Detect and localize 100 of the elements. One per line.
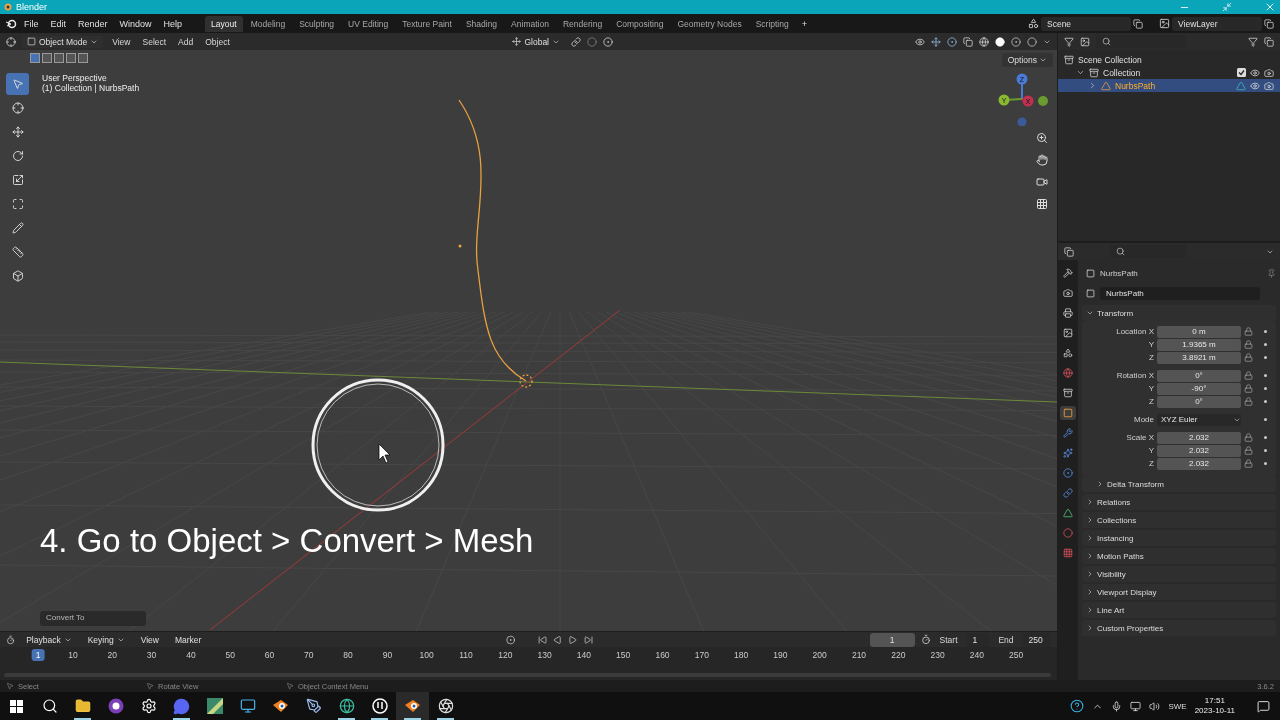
settings-icon[interactable] — [140, 698, 157, 714]
workspace-tab[interactable]: Animation — [505, 15, 555, 32]
number-field[interactable]: 0° — [1157, 369, 1241, 382]
circle-icon[interactable] — [107, 698, 124, 714]
frame-ruler[interactable]: 1 10 20 30 40 50 60 70 80 90 100 110 120 130 140 150 160 170 180 190 200 210 220 230 240 250 — [0, 647, 1057, 680]
play-icon[interactable] — [568, 634, 578, 645]
display-mode-icon[interactable] — [1064, 36, 1074, 47]
lock-icon[interactable] — [1244, 353, 1253, 362]
keyframe-dot[interactable] — [1263, 400, 1267, 403]
map-icon[interactable] — [206, 698, 223, 714]
lock-icon[interactable] — [1244, 384, 1253, 393]
properties-tab[interactable] — [1060, 446, 1076, 460]
lock-icon[interactable] — [1244, 446, 1253, 455]
keyframe-dot[interactable] — [1263, 418, 1267, 421]
pivot-icon[interactable] — [571, 36, 581, 47]
menu-item[interactable]: Add — [175, 36, 197, 47]
playhead[interactable]: 1 — [31, 649, 45, 661]
folder-icon[interactable] — [74, 698, 91, 714]
orbit-icon[interactable] — [272, 699, 289, 713]
camera-icon[interactable] — [1264, 80, 1274, 91]
menu-item[interactable]: View — [109, 36, 134, 47]
keyframe-dot[interactable] — [1263, 462, 1267, 465]
keyframe-dot[interactable] — [1263, 387, 1267, 390]
number-field[interactable]: 2.032 — [1157, 444, 1241, 457]
number-field[interactable]: 2.032 — [1157, 431, 1241, 444]
overlay-icon[interactable] — [947, 36, 957, 47]
number-field[interactable]: 0° — [1157, 395, 1241, 408]
workspace-tab[interactable]: Geometry Nodes — [671, 15, 748, 32]
rendered-shading-icon[interactable] — [1027, 36, 1037, 47]
editor-type-icon[interactable] — [1064, 246, 1074, 257]
panel-header[interactable]: Custom Properties — [1082, 620, 1276, 636]
keyframe-dot[interactable] — [1263, 343, 1267, 346]
material-shading-icon[interactable] — [1011, 36, 1021, 47]
mode-dropdown[interactable]: XYZ Euler — [1157, 413, 1241, 426]
number-field[interactable]: 3.8921 m — [1157, 351, 1241, 364]
menu-item[interactable]: View — [135, 633, 164, 646]
orientation-dropdown[interactable]: Global — [507, 35, 565, 48]
properties-tab[interactable] — [1060, 406, 1076, 420]
menu-item[interactable]: Window — [114, 18, 157, 29]
start-frame-field[interactable]: 1 — [966, 632, 990, 647]
end-frame-field[interactable]: 250 — [1022, 632, 1051, 647]
options-button[interactable]: Options — [1001, 53, 1053, 67]
xray-icon[interactable] — [963, 36, 973, 47]
lock-icon[interactable] — [1244, 327, 1253, 336]
panel-header[interactable]: Relations — [1082, 494, 1276, 510]
properties-tab[interactable] — [1060, 306, 1076, 320]
orbit-icon[interactable] — [404, 699, 421, 713]
menu-item[interactable]: Playback — [21, 633, 77, 646]
panel-header[interactable]: Line Art — [1082, 602, 1276, 618]
keyframe-dot[interactable] — [1263, 330, 1267, 333]
properties-tab[interactable] — [1060, 366, 1076, 380]
workspace-tab[interactable]: Modeling — [244, 15, 292, 32]
workspace-tab[interactable]: Sculpting — [293, 15, 341, 32]
search-icon[interactable] — [41, 698, 58, 714]
menu-item[interactable]: Keying — [82, 633, 130, 646]
editor-type-icon[interactable] — [6, 36, 16, 47]
panel-header[interactable]: Visibility — [1082, 566, 1276, 582]
lock-icon[interactable] — [1244, 459, 1253, 468]
workspace-tab[interactable]: Shading — [459, 15, 504, 32]
keyframe-dot[interactable] — [1263, 436, 1267, 439]
notifications-icon[interactable] — [1257, 699, 1270, 713]
eye-icon[interactable] — [1250, 80, 1260, 91]
lock-icon[interactable] — [1244, 340, 1253, 349]
number-field[interactable]: -90° — [1157, 382, 1241, 395]
menu-item[interactable]: File — [19, 18, 44, 29]
jump-end-icon[interactable] — [583, 634, 593, 645]
view-layer-field[interactable]: ViewLayer — [1172, 16, 1262, 31]
copy-icon[interactable] — [1133, 18, 1143, 29]
number-field[interactable]: 2.032 — [1157, 457, 1241, 470]
workspace-tab[interactable]: Texture Paint — [396, 15, 458, 32]
app-menu-icon[interactable] — [6, 18, 17, 29]
chat-icon[interactable] — [173, 697, 190, 715]
add-workspace-button[interactable]: + — [796, 18, 812, 29]
filter-mode-icon[interactable] — [1080, 36, 1090, 47]
current-frame-field[interactable]: 1 — [869, 632, 915, 647]
number-field[interactable]: 0 m — [1157, 325, 1241, 338]
grid-icon[interactable] — [10, 699, 23, 713]
gizmo-toggle-icon[interactable] — [931, 36, 941, 47]
editor-type-icon[interactable] — [6, 634, 16, 645]
copy-icon[interactable] — [1264, 18, 1274, 29]
circle-icon[interactable] — [371, 698, 388, 714]
record-icon[interactable] — [506, 634, 516, 645]
outliner-row[interactable]: NurbsPath — [1058, 79, 1280, 92]
menu-item[interactable]: Help — [158, 18, 188, 29]
menu-item[interactable]: Object — [202, 36, 233, 47]
outliner-row[interactable]: Collection — [1058, 66, 1280, 79]
workspace-tab[interactable]: Compositing — [610, 15, 670, 32]
stopwatch-icon[interactable] — [920, 634, 931, 645]
properties-tab[interactable] — [1060, 506, 1076, 520]
filter-icon[interactable] — [1248, 36, 1258, 47]
menu-item[interactable]: Marker — [169, 633, 207, 646]
pin-icon[interactable] — [1267, 268, 1276, 278]
workspace-tab[interactable]: Layout — [205, 15, 243, 32]
keyframe-dot[interactable] — [1263, 449, 1267, 452]
keyframe-dot[interactable] — [1263, 356, 1267, 359]
globe-icon[interactable] — [338, 698, 355, 714]
menu-item[interactable]: Edit — [45, 18, 72, 29]
panel-header[interactable]: Motion Paths — [1082, 548, 1276, 564]
help-icon[interactable] — [1070, 699, 1085, 713]
proportional-icon[interactable] — [603, 36, 613, 47]
